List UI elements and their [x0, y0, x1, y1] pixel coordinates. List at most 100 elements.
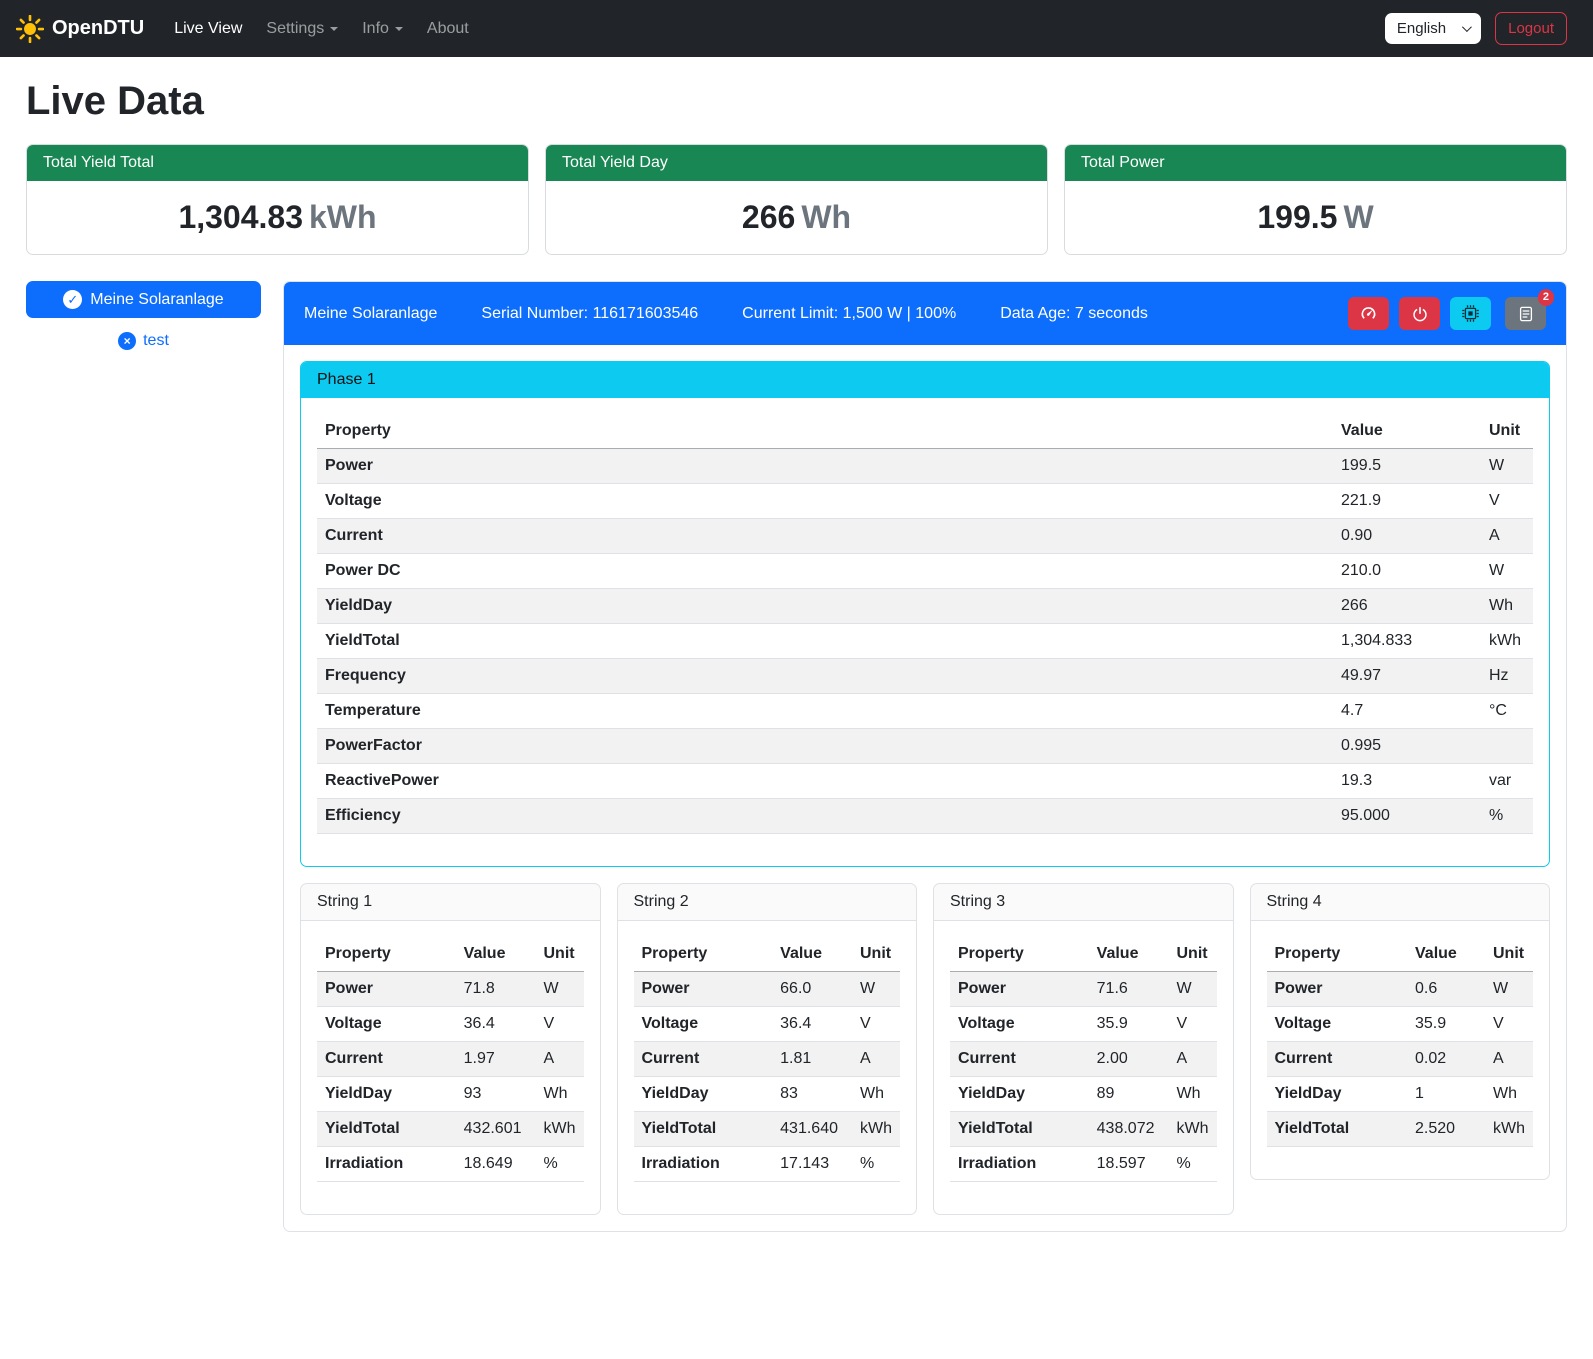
nav-info[interactable]: Info [354, 12, 411, 46]
row-property: Efficiency [317, 799, 1333, 834]
page-title: Live Data [26, 79, 1567, 124]
table-row: Power DC 210.0 W [317, 554, 1533, 589]
total-power-card: Total Power 199.5W [1064, 144, 1567, 255]
nav-settings[interactable]: Settings [258, 12, 346, 46]
row-value: 0.6 [1407, 972, 1479, 1007]
total-yield-day-card: Total Yield Day 266Wh [545, 144, 1048, 255]
col-value: Value [1089, 937, 1163, 972]
table-header-row: Property Value Unit [634, 937, 901, 972]
table-row: Power 66.0 W [634, 972, 901, 1007]
row-value: 18.649 [456, 1147, 530, 1182]
chevron-down-icon [330, 27, 338, 31]
event-log-button[interactable]: 2 [1505, 297, 1546, 330]
row-unit: W [1479, 972, 1533, 1007]
table-row: ReactivePower 19.3 var [317, 764, 1533, 799]
string-3-card: String 3 Property Value Unit [933, 883, 1234, 1215]
row-value: 2.520 [1407, 1112, 1479, 1147]
sidebar-item-meine-solaranlage[interactable]: ✓ Meine Solaranlage [26, 281, 261, 318]
sidebar-item-test[interactable]: × test [26, 332, 261, 350]
row-unit: % [1163, 1147, 1217, 1182]
nav-live-view[interactable]: Live View [166, 12, 250, 46]
row-value: 431.640 [772, 1112, 846, 1147]
row-unit: var [1473, 764, 1533, 799]
table-row: Irradiation 18.597 % [950, 1147, 1217, 1182]
language-select[interactable]: English [1385, 13, 1481, 44]
col-value: Value [772, 937, 846, 972]
phase-table: Property Value Unit Power [317, 414, 1533, 834]
limit-settings-button[interactable] [1348, 297, 1389, 330]
card-value: 266 [742, 199, 795, 235]
nav-info-label: Info [362, 20, 389, 38]
table-row: Efficiency 95.000 % [317, 799, 1533, 834]
table-row: YieldTotal 2.520 kWh [1267, 1112, 1534, 1147]
row-value: 1.81 [772, 1042, 846, 1077]
row-unit: °C [1473, 694, 1533, 729]
nav-settings-label: Settings [266, 20, 324, 38]
row-value: 432.601 [456, 1112, 530, 1147]
card-title: Total Power [1065, 145, 1566, 181]
table-row: Current 2.00 A [950, 1042, 1217, 1077]
row-value: 1,304.833 [1333, 624, 1473, 659]
row-unit: % [846, 1147, 900, 1182]
col-value: Value [1333, 414, 1473, 449]
row-unit: kWh [846, 1112, 900, 1147]
row-unit: kWh [1473, 624, 1533, 659]
row-property: ReactivePower [317, 764, 1333, 799]
card-title: Total Yield Day [546, 145, 1047, 181]
row-unit: kWh [1163, 1112, 1217, 1147]
table-row: YieldDay 266 Wh [317, 589, 1533, 624]
device-info-button[interactable] [1450, 297, 1491, 330]
row-value: 49.97 [1333, 659, 1473, 694]
row-property: Temperature [317, 694, 1333, 729]
sidebar-item-label: Meine Solaranlage [90, 291, 223, 309]
col-unit: Unit [1479, 937, 1533, 972]
string-1-card: String 1 Property Value Unit [300, 883, 601, 1215]
power-toggle-button[interactable] [1399, 297, 1440, 330]
string-1-table: Property Value Unit Power [317, 937, 584, 1182]
row-unit: V [1479, 1007, 1533, 1042]
inverter-sidebar: ✓ Meine Solaranlage × test [26, 281, 261, 350]
row-value: 66.0 [772, 972, 846, 1007]
row-value: 35.9 [1407, 1007, 1479, 1042]
table-row: Power 71.8 W [317, 972, 584, 1007]
nav-about[interactable]: About [419, 12, 477, 46]
inverter-name: Meine Solaranlage [304, 305, 437, 323]
row-unit: Wh [1163, 1077, 1217, 1112]
strings-row: String 1 Property Value Unit [300, 883, 1550, 1215]
chevron-down-icon [395, 27, 403, 31]
col-property: Property [1267, 937, 1408, 972]
row-value: 17.143 [772, 1147, 846, 1182]
col-property: Property [950, 937, 1089, 972]
row-value: 36.4 [772, 1007, 846, 1042]
power-icon [1412, 306, 1428, 322]
string-card-title: String 2 [618, 884, 917, 921]
row-value: 71.8 [456, 972, 530, 1007]
logout-button[interactable]: Logout [1495, 12, 1567, 45]
row-unit: Wh [1479, 1077, 1533, 1112]
inverter-limit: Current Limit: 1,500 W | 100% [742, 305, 956, 323]
col-value: Value [456, 937, 530, 972]
row-property: YieldDay [317, 1077, 456, 1112]
row-unit: % [1473, 799, 1533, 834]
string-4-table: Property Value Unit Power [1267, 937, 1534, 1147]
row-value: 19.3 [1333, 764, 1473, 799]
card-value: 199.5 [1257, 199, 1337, 235]
phase-card: Phase 1 Property Value Unit [300, 361, 1550, 867]
row-unit: W [1163, 972, 1217, 1007]
row-property: Current [950, 1042, 1089, 1077]
row-value: 71.6 [1089, 972, 1163, 1007]
row-property: Power [317, 972, 456, 1007]
col-property: Property [317, 937, 456, 972]
inverter-panel-header: Meine Solaranlage Serial Number: 1161716… [284, 282, 1566, 345]
card-title: Total Yield Total [27, 145, 528, 181]
table-row: Current 1.81 A [634, 1042, 901, 1077]
card-unit: Wh [801, 199, 851, 235]
table-row: Voltage 36.4 V [317, 1007, 584, 1042]
brand-link[interactable]: OpenDTU [16, 15, 144, 43]
row-property: Voltage [950, 1007, 1089, 1042]
row-unit: A [530, 1042, 584, 1077]
row-property: YieldDay [1267, 1077, 1408, 1112]
row-property: YieldDay [317, 589, 1333, 624]
table-row: Current 0.02 A [1267, 1042, 1534, 1077]
row-property: Power [1267, 972, 1408, 1007]
